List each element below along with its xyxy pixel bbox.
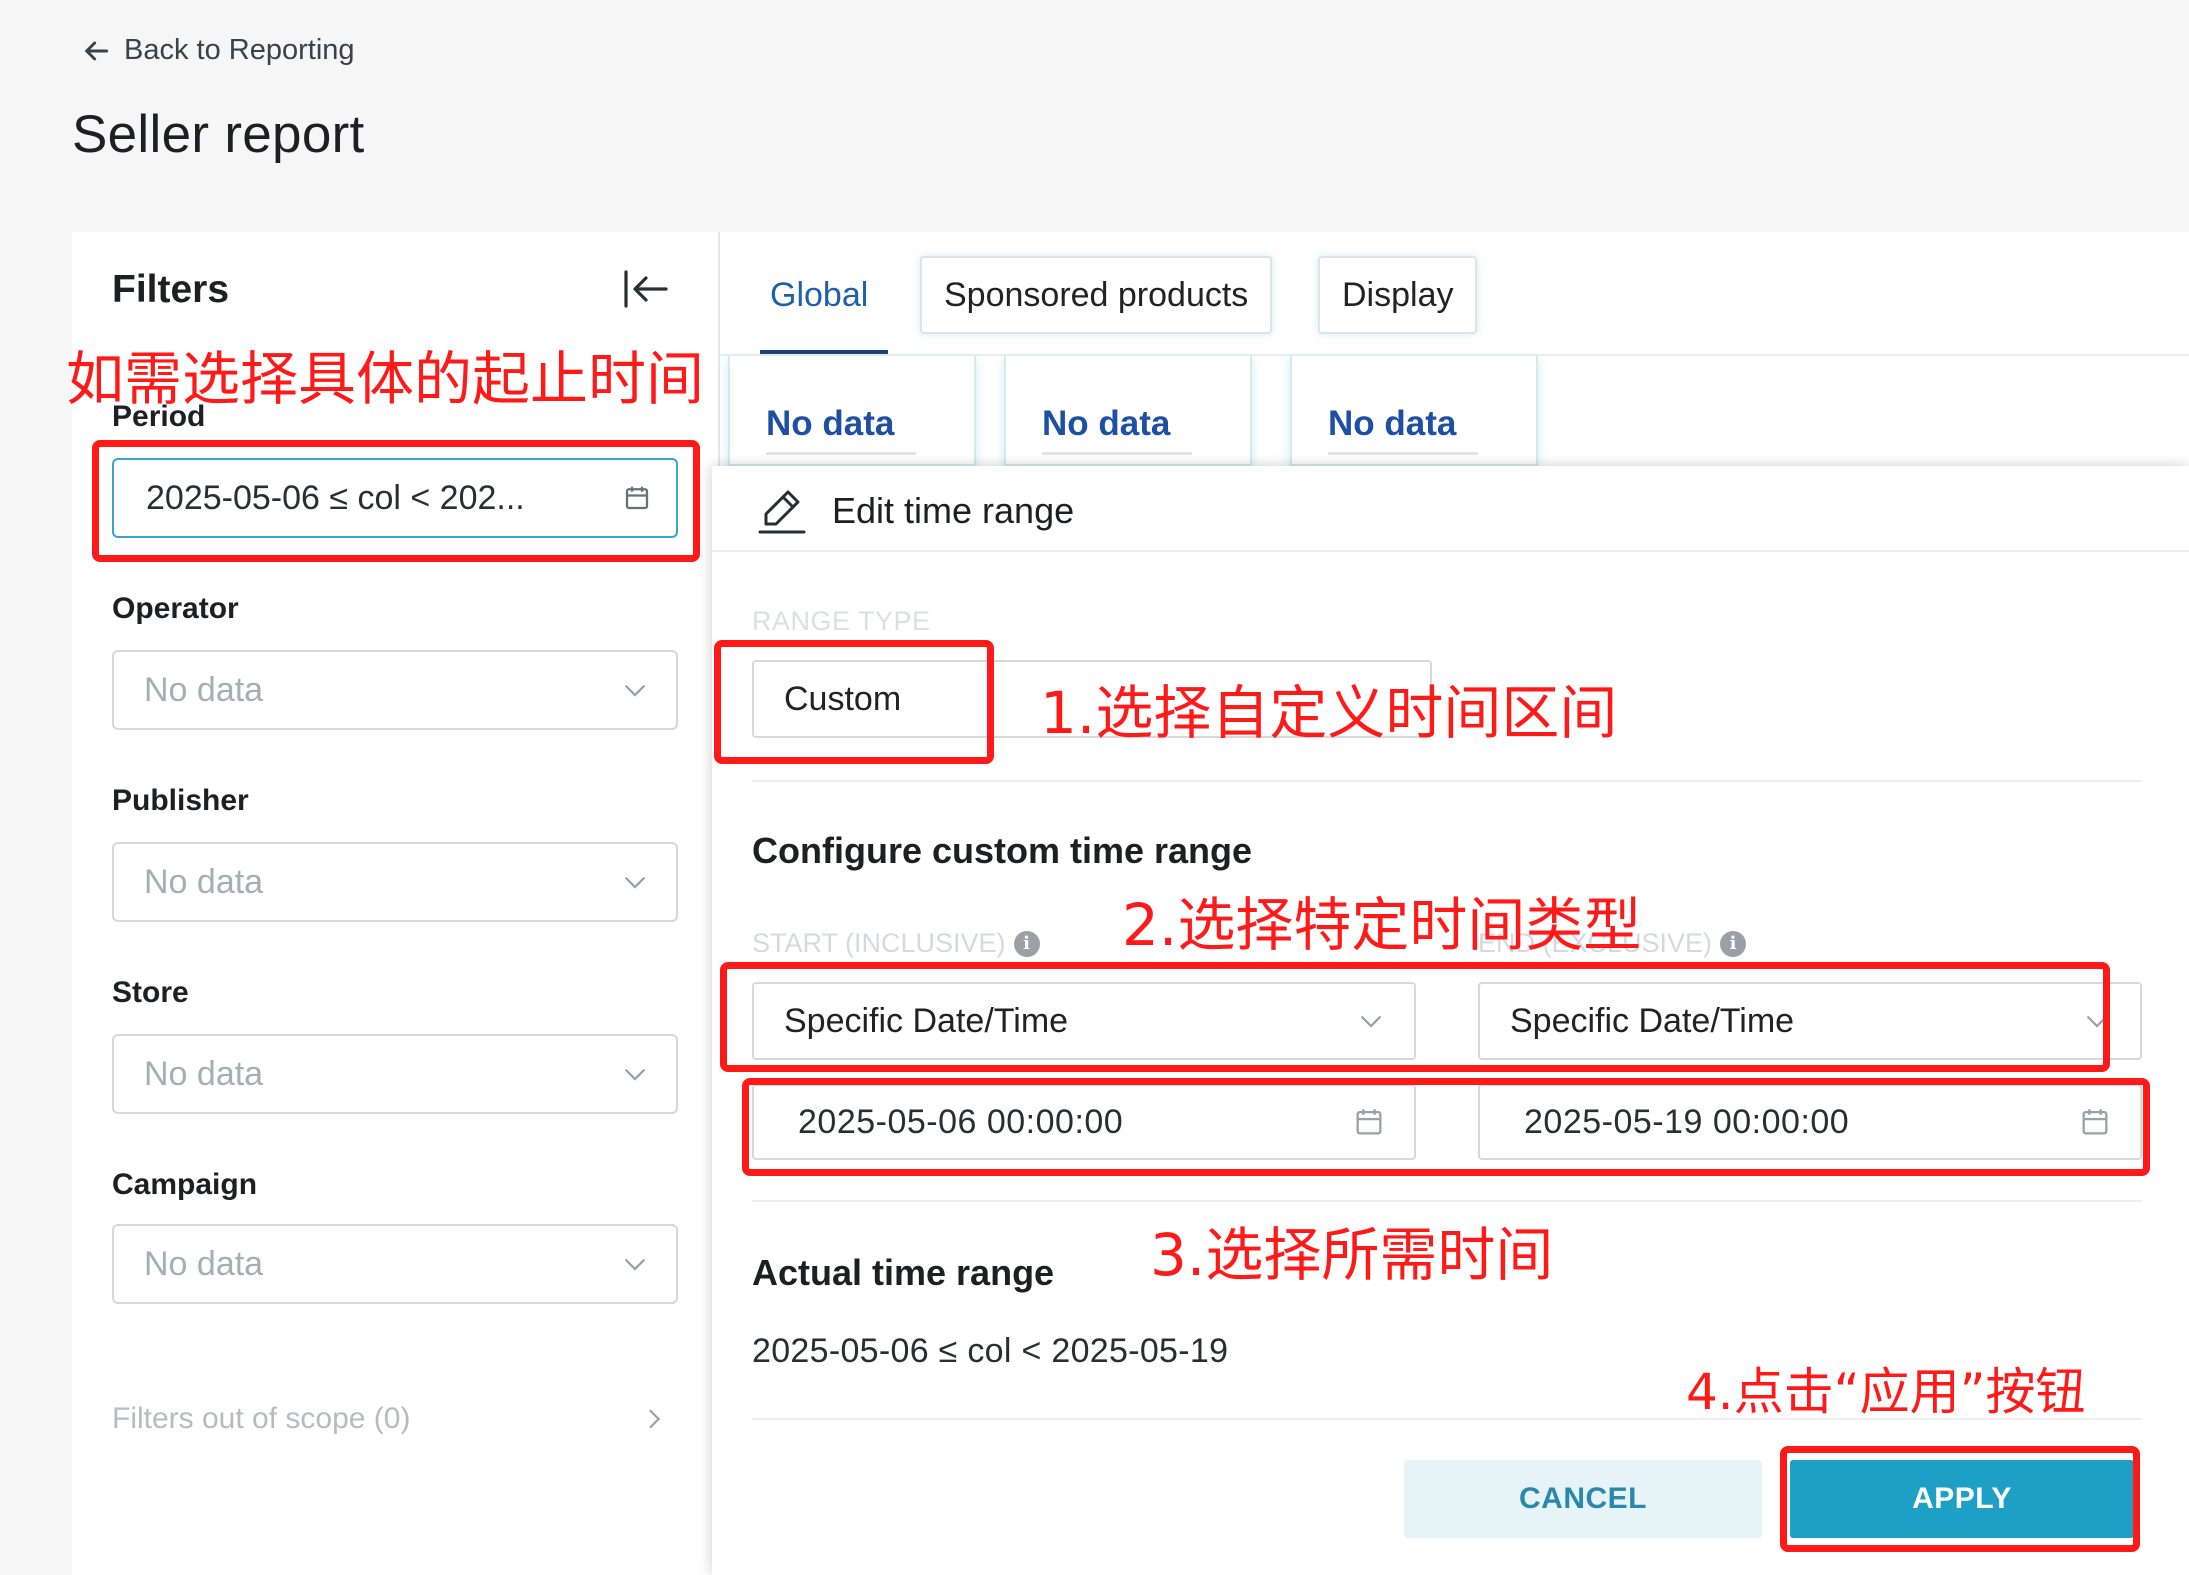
operator-select[interactable]: No data xyxy=(112,650,678,730)
start-inclusive-label: START (INCLUSIVE) i xyxy=(752,928,1040,959)
chevron-down-icon xyxy=(625,1259,645,1271)
operator-label: Operator xyxy=(112,592,239,625)
active-tab-indicator xyxy=(760,350,888,354)
metric-value: No data xyxy=(1042,404,1171,443)
divider xyxy=(752,780,2142,782)
campaign-label: Campaign xyxy=(112,1168,258,1201)
arrow-left-icon xyxy=(85,41,109,60)
annotation-box-apply xyxy=(1780,1446,2140,1552)
start-label-text: START (INCLUSIVE) xyxy=(752,928,1006,958)
annotation-step1: 1.选择自定义时间区间 xyxy=(1040,679,1618,747)
campaign-select[interactable]: No data xyxy=(112,1224,678,1304)
annotation-step4: 4.点击“应用”按钮 xyxy=(1686,1363,2086,1421)
dialog-title: Edit time range xyxy=(832,490,1075,531)
configure-section-title: Configure custom time range xyxy=(752,830,1253,871)
store-value: No data xyxy=(144,1054,264,1093)
campaign-value: No data xyxy=(144,1244,264,1283)
cancel-button[interactable]: CANCEL xyxy=(1404,1460,1762,1538)
annotation-step2: 2.选择特定时间类型 xyxy=(1122,891,1642,959)
metric-value: No data xyxy=(766,404,895,443)
annotation-intro: 如需选择具体的起止时间 xyxy=(66,345,705,413)
chevron-down-icon xyxy=(625,877,645,889)
chevron-right-icon xyxy=(649,1409,661,1429)
back-link-label: Back to Reporting xyxy=(124,34,355,66)
annotation-box-datetime xyxy=(742,1078,2150,1176)
annotation-step3: 3.选择所需时间 xyxy=(1150,1221,1554,1289)
tab-display[interactable]: Display xyxy=(1318,256,1478,334)
filters-title: Filters xyxy=(112,268,230,311)
range-type-label: RANGE TYPE xyxy=(752,606,931,636)
annotation-box-period xyxy=(92,440,700,562)
tab-sponsored-products[interactable]: Sponsored products xyxy=(920,256,1273,334)
chevron-down-icon xyxy=(625,685,645,697)
metric-value: No data xyxy=(1328,404,1457,443)
out-of-scope-label: Filters out of scope (0) xyxy=(112,1402,411,1435)
metric-caption xyxy=(1328,452,1478,455)
tab-global[interactable]: Global xyxy=(770,256,868,334)
operator-value: No data xyxy=(144,670,264,709)
chevron-down-icon xyxy=(625,1069,645,1081)
info-icon[interactable]: i xyxy=(1720,930,1747,957)
annotation-box-time-type xyxy=(720,962,2110,1072)
filters-out-of-scope[interactable]: Filters out of scope (0) xyxy=(112,1402,668,1436)
publisher-value: No data xyxy=(144,862,264,901)
actual-range-title: Actual time range xyxy=(752,1252,1055,1293)
dialog-header-divider xyxy=(712,550,2189,552)
back-to-reporting-link[interactable]: Back to Reporting xyxy=(80,34,355,67)
metric-card: No data xyxy=(728,356,976,466)
actual-range-value: 2025-05-06 ≤ col < 2025-05-19 xyxy=(752,1332,1229,1370)
publisher-select[interactable]: No data xyxy=(112,842,678,922)
annotation-box-range-type xyxy=(714,640,994,764)
metric-card: No data xyxy=(1290,356,1538,466)
metric-caption xyxy=(1042,452,1192,455)
metric-card: No data xyxy=(1004,356,1252,466)
store-select[interactable]: No data xyxy=(112,1034,678,1114)
store-label: Store xyxy=(112,976,189,1009)
info-icon[interactable]: i xyxy=(1013,930,1040,957)
publisher-label: Publisher xyxy=(112,784,249,817)
pencil-icon xyxy=(758,490,806,534)
page-title: Seller report xyxy=(72,105,365,164)
collapse-panel-icon[interactable] xyxy=(620,266,672,312)
metric-caption xyxy=(766,452,916,455)
divider xyxy=(752,1200,2142,1202)
